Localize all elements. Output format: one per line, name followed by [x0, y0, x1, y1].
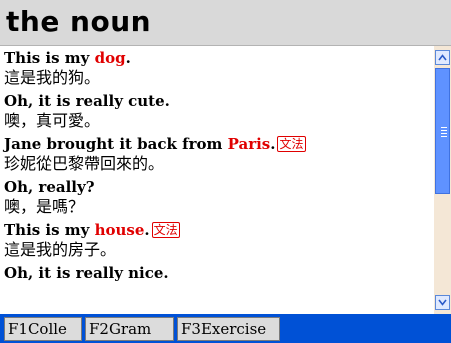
sentence-text: Jane brought it back from — [4, 135, 228, 153]
scrollbar-thumb[interactable] — [435, 68, 450, 194]
sentence-english: This is my house. 文法 — [4, 220, 180, 240]
page-title: the noun — [6, 5, 152, 38]
sentence-english: Oh, really? — [4, 177, 94, 197]
sentence-chinese: 這是我的房子。 — [4, 240, 117, 259]
sentence-english: Oh, it is really cute. — [4, 91, 170, 111]
sentence-suffix: . — [144, 221, 150, 239]
f2-grammar-button[interactable]: F2Gram — [85, 317, 174, 341]
sentence-english: This is my dog. — [4, 48, 131, 68]
sentence-text: This is my — [4, 221, 95, 239]
scroll-down-button[interactable] — [435, 295, 450, 310]
sentence-english: Jane brought it back from Paris. 文法 — [4, 134, 306, 154]
vocab-highlight-link[interactable]: Paris — [228, 135, 271, 153]
vocab-highlight-link[interactable]: dog — [95, 49, 126, 67]
sentence-chinese: 這是我的狗。 — [4, 68, 101, 87]
sentence-suffix: . — [270, 135, 276, 153]
vocab-highlight-link[interactable]: house — [95, 221, 145, 239]
sentence-chinese: 噢，是嗎？ — [4, 197, 85, 216]
grammar-tag-button[interactable]: 文法 — [151, 222, 180, 238]
sentence-text: Oh, it is really nice. — [4, 264, 169, 282]
lesson-content: This is my dog. 這是我的狗。 Oh, it is really … — [0, 46, 434, 314]
f1-collection-button[interactable]: F1Colle — [4, 317, 82, 341]
sentence-chinese: 珍妮從巴黎帶回來的。 — [4, 154, 165, 173]
function-key-bar: F1Colle F2Gram F3Exercise — [0, 314, 451, 343]
vertical-scrollbar[interactable] — [434, 46, 451, 314]
sentence-text: Oh, it is really cute. — [4, 92, 170, 110]
sentence-text: This is my — [4, 49, 95, 67]
sentence-chinese: 噢，真可愛。 — [4, 111, 101, 130]
chevron-up-icon — [438, 54, 447, 61]
chevron-down-icon — [438, 299, 447, 306]
grip-icon — [441, 127, 447, 137]
sentence-suffix: . — [125, 49, 131, 67]
scroll-up-button[interactable] — [435, 50, 450, 65]
grammar-tag-button[interactable]: 文法 — [277, 136, 306, 152]
f3-exercise-button[interactable]: F3Exercise — [177, 317, 280, 341]
sentence-text: Oh, really? — [4, 178, 95, 196]
title-bar: the noun — [0, 0, 451, 46]
sentence-english: Oh, it is really nice. — [4, 263, 169, 283]
